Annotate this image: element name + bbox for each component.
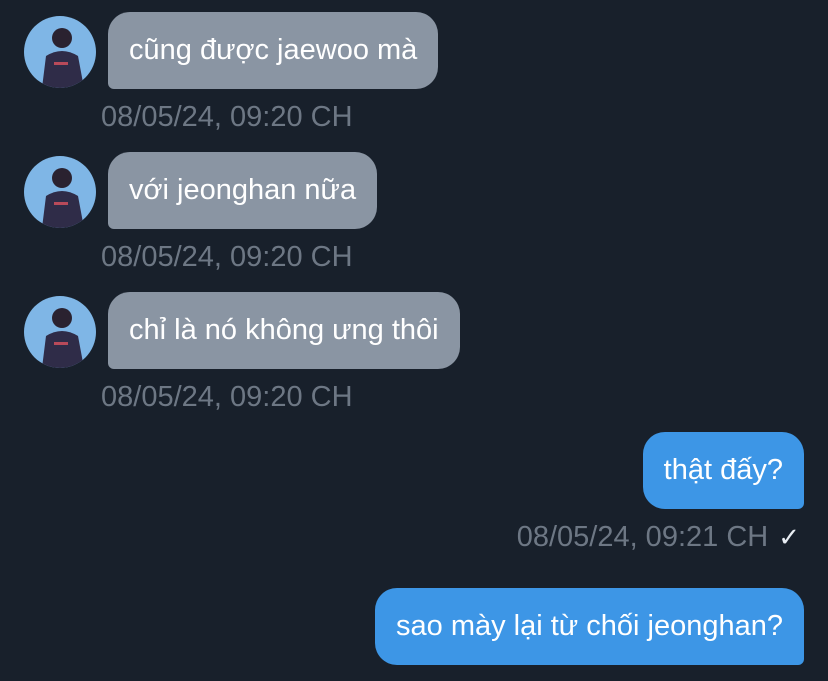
contact-avatar[interactable] bbox=[24, 296, 96, 368]
avatar-image bbox=[24, 296, 96, 368]
avatar-image bbox=[24, 16, 96, 88]
avatar-image bbox=[24, 156, 96, 228]
message-bubble-outgoing[interactable]: thật đấy? bbox=[642, 432, 804, 509]
message-timestamp: 08/05/24, 09:20 CH bbox=[101, 381, 353, 413]
message-timestamp: 08/05/24, 09:21 CH bbox=[516, 521, 769, 553]
chat-thread: cũng được jaewoo mà 08/05/24, 09:20 CH v… bbox=[0, 0, 828, 681]
checkmark-icon: ✓ bbox=[778, 523, 800, 553]
message-bubble-incoming[interactable]: với jeonghan nữa bbox=[108, 152, 378, 229]
message-bubble-incoming[interactable]: cũng được jaewoo mà bbox=[108, 12, 439, 89]
contact-avatar[interactable] bbox=[24, 156, 96, 228]
message-timestamp: 08/05/24, 09:20 CH bbox=[101, 241, 353, 273]
contact-avatar[interactable] bbox=[24, 16, 96, 88]
message-timestamp-row: 08/05/24, 09:21 CH ✓ bbox=[517, 520, 800, 555]
message-timestamp: 08/05/24, 09:20 CH bbox=[101, 101, 353, 133]
message-bubble-outgoing[interactable]: sao mày lại từ chối jeonghan? bbox=[375, 588, 804, 665]
message-bubble-incoming[interactable]: chỉ là nó không ưng thôi bbox=[108, 292, 460, 369]
